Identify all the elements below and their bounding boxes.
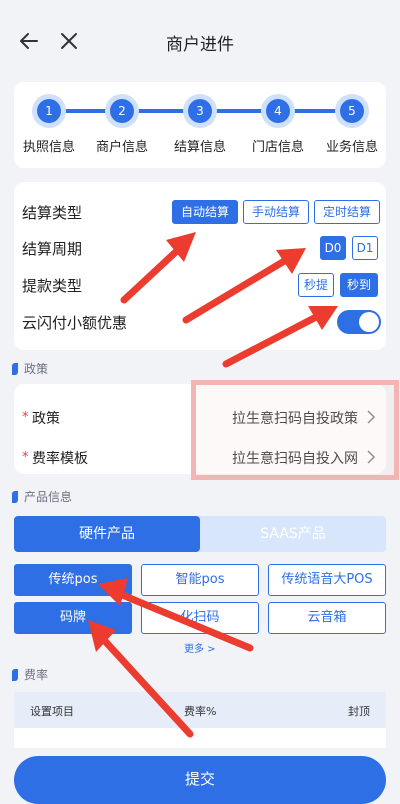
page-title: 商户进件 [166, 35, 234, 55]
manual-settle-chip[interactable]: 手动结算 [243, 200, 309, 224]
product-traditional-pos[interactable]: 传统pos [14, 564, 132, 596]
yunshanfu-label: 云闪付小额优惠 [22, 314, 128, 332]
step-number: 4 [266, 99, 290, 123]
step-number: 3 [188, 99, 212, 123]
step-label: 执照信息 [22, 140, 75, 155]
required-star: * [22, 450, 29, 465]
column-header: 费率% [184, 705, 217, 718]
product-smart-pos[interactable]: 智能pos [141, 564, 259, 596]
step-number: 2 [110, 99, 134, 123]
step-1[interactable]: 1 执照信息 [11, 94, 87, 155]
withdraw-type-label: 提款类型 [22, 277, 83, 295]
policy-section-title: 政策 [12, 360, 48, 377]
submit-button[interactable]: 提交 [14, 756, 386, 804]
step-2[interactable]: 2 商户信息 [84, 94, 160, 155]
step-label: 业务信息 [325, 140, 378, 155]
withdraw-arrive-chip[interactable]: 秒到 [340, 273, 378, 297]
settlement-card: 结算类型 自动结算 手动结算 定时结算 结算周期 D0 D1 提款类型 秒提 秒… [14, 182, 386, 350]
column-header: 设置项目 [30, 705, 74, 718]
settlement-type-label: 结算类型 [22, 204, 83, 222]
nav-bar: 商户进件 [0, 0, 400, 80]
step-3[interactable]: 3 结算信息 [162, 94, 238, 155]
auto-settle-chip[interactable]: 自动结算 [172, 200, 238, 224]
rate-template-name: 费率模板 [32, 451, 88, 467]
cycle-d1-chip[interactable]: D1 [352, 236, 378, 260]
progress-steps: 1 执照信息 2 商户信息 3 结算信息 4 门店信息 5 业务信息 [14, 82, 386, 168]
step-label: 结算信息 [173, 140, 226, 155]
rate-section-title: 费率 [12, 666, 48, 683]
product-cloud-speaker[interactable]: 云音箱 [268, 602, 386, 634]
section-mark [12, 362, 18, 375]
step-label: 商户信息 [95, 140, 148, 155]
toggle-knob [359, 312, 379, 332]
cycle-d0-chip[interactable]: D0 [320, 236, 346, 260]
product-tabs: 硬件产品 SAAS产品 [14, 516, 386, 552]
step-number: 5 [340, 99, 364, 123]
product-section-title: 产品信息 [12, 488, 72, 505]
step-number: 1 [37, 99, 61, 123]
product-voice-pos[interactable]: 传统语音大POS [268, 564, 386, 596]
policy-name: 政策 [32, 411, 60, 427]
step-5[interactable]: 5 业务信息 [314, 94, 390, 155]
section-mark [12, 490, 18, 503]
yunshanfu-toggle[interactable] [337, 310, 381, 334]
product-scan[interactable]: 化扫码 [141, 602, 259, 634]
required-star: * [22, 410, 29, 425]
annotation-highlight-box [191, 380, 399, 480]
withdraw-instant-chip[interactable]: 秒提 [298, 273, 334, 297]
column-header: 封顶 [348, 705, 370, 718]
step-label: 门店信息 [251, 140, 304, 155]
more-link[interactable]: 更多 > [184, 640, 216, 655]
section-mark [12, 668, 18, 681]
settlement-cycle-label: 结算周期 [22, 240, 83, 258]
tab-saas[interactable]: SAAS产品 [200, 516, 386, 552]
product-code-plate[interactable]: 码牌 [14, 602, 132, 634]
step-4[interactable]: 4 门店信息 [240, 94, 316, 155]
rate-table-header: 设置项目 费率% 封顶 [14, 692, 386, 728]
scheduled-settle-chip[interactable]: 定时结算 [314, 200, 380, 224]
rate-table-body [14, 728, 386, 748]
tab-hardware[interactable]: 硬件产品 [14, 516, 200, 552]
